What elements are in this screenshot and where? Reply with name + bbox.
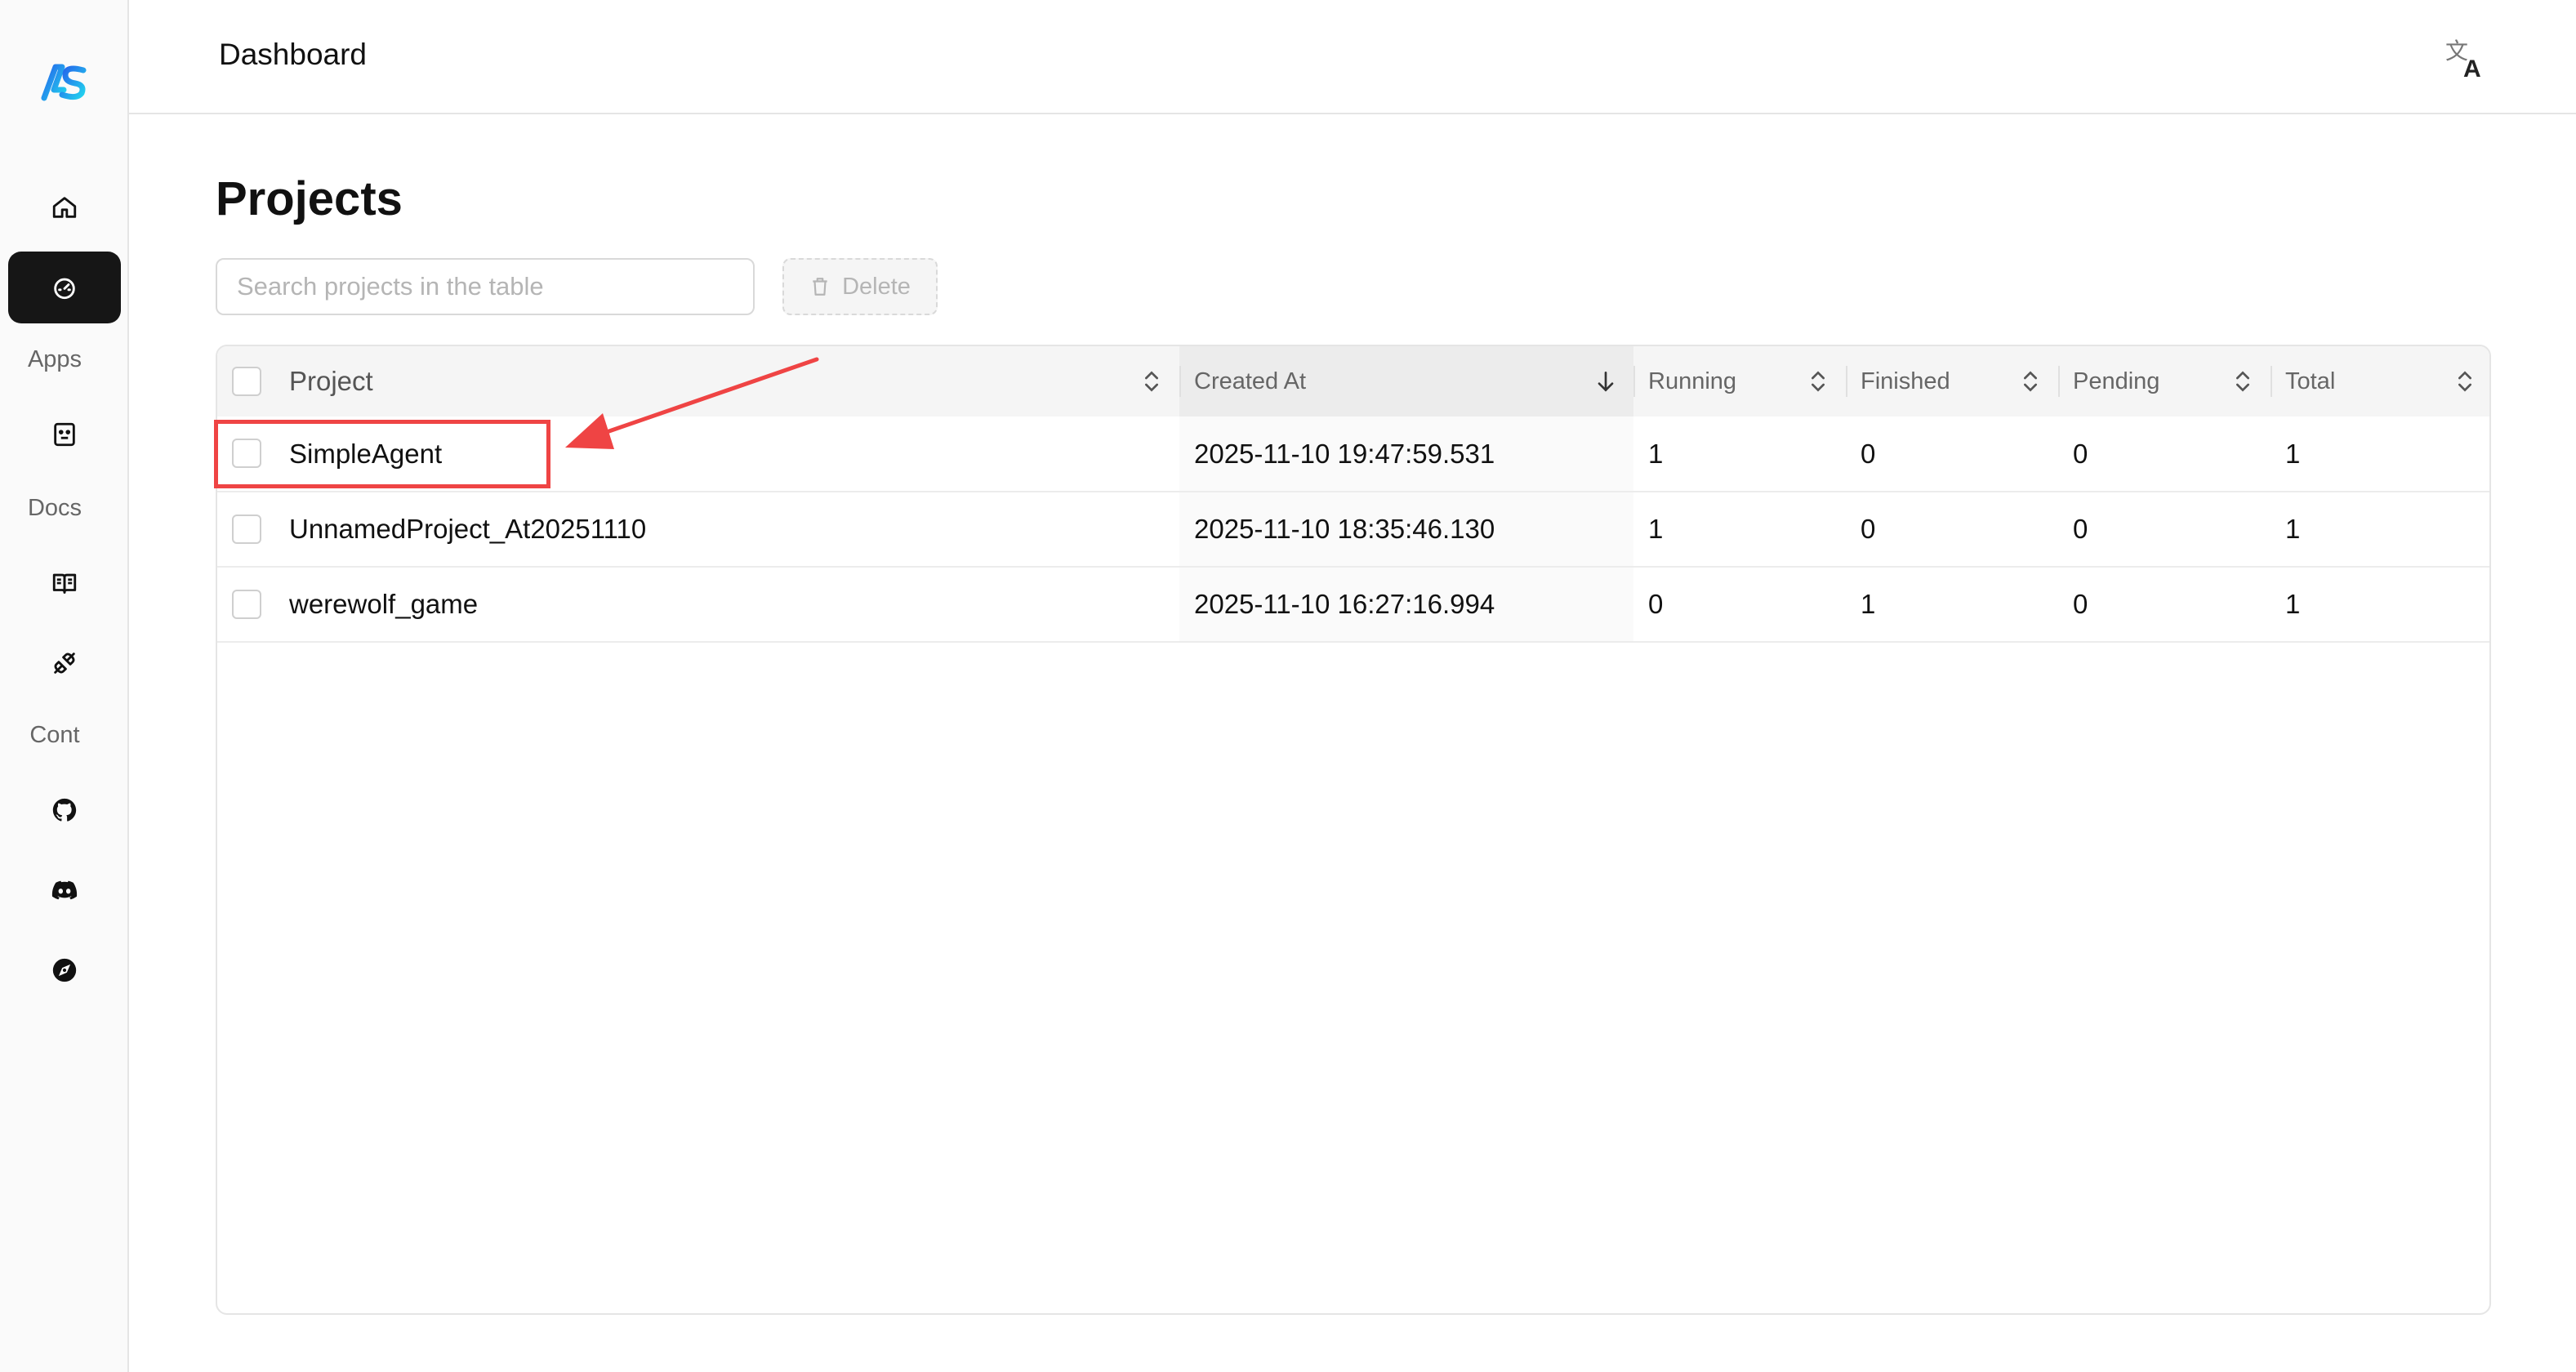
cell-total: 1 bbox=[2285, 438, 2301, 469]
cell-running: 1 bbox=[1648, 514, 1664, 544]
cell-created-at: 2025-11-10 18:35:46.130 bbox=[1179, 492, 1633, 567]
dashboard-gauge-icon bbox=[54, 278, 75, 300]
projects-table: Project Created At Running Finished Pend… bbox=[216, 345, 2491, 1315]
cell-total: 1 bbox=[2285, 589, 2301, 619]
cell-pending: 0 bbox=[2073, 589, 2088, 619]
cell-pending: 0 bbox=[2073, 514, 2088, 544]
sort-descending-icon[interactable] bbox=[1593, 368, 1619, 394]
select-all-checkbox[interactable] bbox=[232, 367, 261, 396]
cell-created-at: 2025-11-10 19:47:59.531 bbox=[1179, 416, 1633, 492]
cell-pending: 0 bbox=[2073, 438, 2088, 469]
app-logo[interactable] bbox=[41, 62, 88, 101]
page-title: Projects bbox=[216, 172, 403, 225]
compass-icon bbox=[52, 958, 77, 982]
sidebar-item-docs[interactable] bbox=[8, 547, 121, 619]
sidebar-item-website[interactable] bbox=[8, 934, 121, 1006]
column-header-running[interactable]: Running bbox=[1633, 346, 1846, 416]
cell-project[interactable]: UnnamedProject_At20251110 bbox=[217, 492, 1179, 567]
column-header-finished[interactable]: Finished bbox=[1846, 346, 2058, 416]
home-icon bbox=[52, 197, 77, 218]
sidebar: Apps Docs Cont bbox=[0, 0, 129, 1372]
column-header-created-at[interactable]: Created At bbox=[1179, 346, 1633, 416]
sort-icon[interactable] bbox=[1805, 368, 1831, 394]
discord-icon bbox=[51, 880, 78, 900]
sidebar-item-github[interactable] bbox=[8, 774, 121, 846]
sidebar-section-apps: Apps bbox=[27, 346, 82, 372]
cell-finished: 0 bbox=[1861, 514, 1876, 544]
github-icon bbox=[52, 798, 77, 822]
sidebar-item-integrations[interactable] bbox=[8, 627, 121, 699]
cell-finished: 1 bbox=[1861, 589, 1876, 619]
cell-project[interactable]: werewolf_game bbox=[217, 567, 1179, 642]
cell-total: 1 bbox=[2285, 514, 2301, 544]
table-header-row: Project Created At Running Finished Pend… bbox=[217, 346, 2489, 416]
robot-icon bbox=[54, 422, 75, 447]
delete-button[interactable]: Delete bbox=[782, 258, 938, 315]
sort-icon[interactable] bbox=[2017, 368, 2043, 394]
table-row[interactable]: werewolf_game 2025-11-10 16:27:16.994 0 … bbox=[217, 567, 2489, 642]
sidebar-section-docs: Docs bbox=[27, 495, 82, 521]
translate-icon[interactable]: 文 A bbox=[2444, 38, 2486, 80]
top-header: Dashboard 文 A bbox=[129, 0, 2576, 114]
sidebar-item-dashboard[interactable] bbox=[8, 252, 121, 323]
cell-running: 1 bbox=[1648, 438, 1664, 469]
sidebar-item-home[interactable] bbox=[8, 172, 121, 243]
sort-icon[interactable] bbox=[1139, 368, 1165, 394]
column-header-pending[interactable]: Pending bbox=[2058, 346, 2271, 416]
table-row[interactable]: SimpleAgent 2025-11-10 19:47:59.531 1 0 … bbox=[217, 416, 2489, 492]
row-checkbox[interactable] bbox=[232, 590, 261, 619]
delete-button-label: Delete bbox=[842, 273, 911, 300]
annotation-highlight-box bbox=[214, 420, 550, 488]
table-row[interactable]: UnnamedProject_At20251110 2025-11-10 18:… bbox=[217, 492, 2489, 567]
column-header-total[interactable]: Total bbox=[2271, 346, 2489, 416]
header-title: Dashboard bbox=[219, 38, 368, 71]
sort-icon[interactable] bbox=[2230, 368, 2256, 394]
cell-finished: 0 bbox=[1861, 438, 1876, 469]
sort-icon[interactable] bbox=[2452, 368, 2478, 394]
column-header-project[interactable]: Project bbox=[217, 346, 1179, 416]
sidebar-section-contact: Cont bbox=[29, 722, 80, 748]
search-input[interactable] bbox=[216, 258, 755, 315]
sidebar-item-apps[interactable] bbox=[8, 399, 121, 470]
book-icon bbox=[52, 573, 77, 594]
cell-created-at: 2025-11-10 16:27:16.994 bbox=[1179, 567, 1633, 642]
svg-text:A: A bbox=[2463, 56, 2481, 80]
sidebar-item-discord[interactable] bbox=[8, 854, 121, 926]
trash-icon bbox=[813, 278, 827, 296]
plug-icon bbox=[54, 653, 75, 674]
cell-running: 0 bbox=[1648, 589, 1664, 619]
row-checkbox[interactable] bbox=[232, 514, 261, 544]
